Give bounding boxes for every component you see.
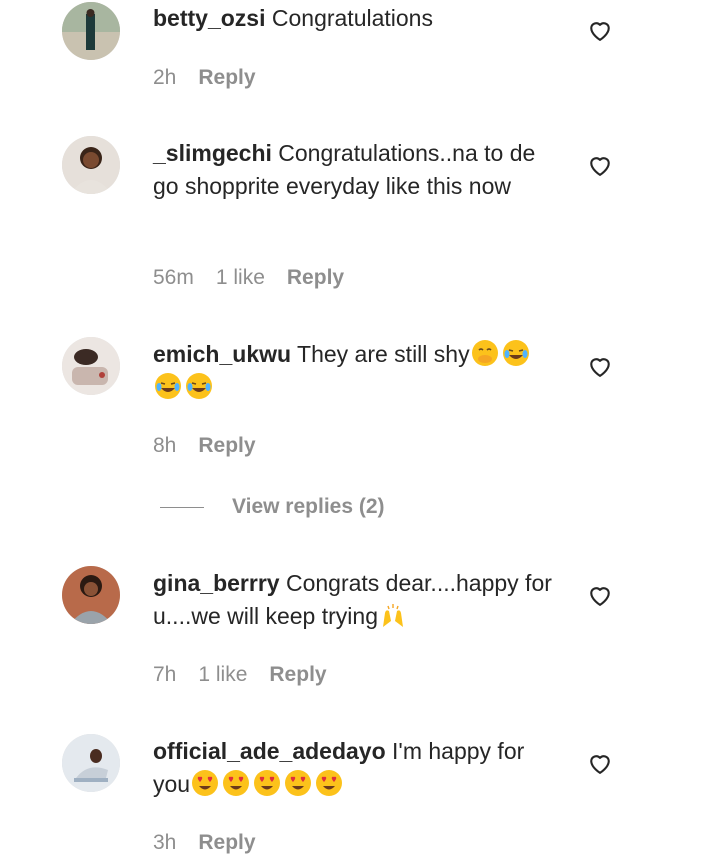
comment-username[interactable]: gina_berrry	[153, 570, 280, 596]
avatar[interactable]	[62, 337, 120, 395]
comment-body: gina_berrry Congrats dear....happy for u…	[153, 567, 553, 633]
heart-eyes-icon	[222, 769, 250, 797]
heart-eyes-icon	[191, 769, 219, 797]
comment-username[interactable]: official_ade_adedayo	[153, 738, 386, 764]
heart-outline-icon[interactable]	[586, 749, 614, 777]
divider	[160, 506, 204, 508]
comment-like-count[interactable]: 1 like	[198, 663, 247, 687]
comment-username[interactable]: _slimgechi	[153, 140, 272, 166]
heart-outline-icon[interactable]	[586, 352, 614, 380]
comment-timestamp: 7h	[153, 663, 177, 686]
comment-timestamp: 8h	[153, 434, 177, 457]
heart-outline-icon[interactable]	[586, 581, 614, 609]
comment-body: _slimgechi Congratulations..na to de go …	[153, 137, 553, 203]
comment-username[interactable]: betty_ozsi	[153, 5, 265, 31]
heart-outline-icon[interactable]	[586, 151, 614, 179]
raising-hands-icon	[379, 601, 407, 629]
comment-text: Congratulations	[271, 5, 433, 31]
view-replies-label: View replies (2)	[232, 495, 385, 518]
reply-button[interactable]: Reply	[198, 434, 255, 458]
comment-timestamp: 3h	[153, 831, 177, 854]
comment-body: emich_ukwu They are still shy	[153, 338, 553, 404]
view-replies-button[interactable]: View replies (2)	[160, 495, 385, 519]
comment-like-count[interactable]: 1 like	[216, 266, 265, 290]
comment-timestamp: 2h	[153, 66, 177, 89]
reply-button[interactable]: Reply	[269, 663, 326, 687]
comment-meta: 7h 1 like Reply	[153, 663, 327, 687]
heart-eyes-icon	[284, 769, 312, 797]
comment-meta: 8h Reply	[153, 434, 256, 458]
comment-meta: 2h Reply	[153, 66, 256, 90]
comment-body: betty_ozsi Congratulations	[153, 2, 553, 35]
comment-meta: 3h Reply	[153, 831, 256, 855]
heart-outline-icon[interactable]	[586, 16, 614, 44]
tears-of-joy-icon	[154, 372, 182, 400]
comment-username[interactable]: emich_ukwu	[153, 341, 291, 367]
reply-button[interactable]: Reply	[198, 66, 255, 90]
heart-eyes-icon	[253, 769, 281, 797]
avatar[interactable]	[62, 566, 120, 624]
comment-body: official_ade_adedayo I'm happy for you	[153, 735, 553, 801]
tears-of-joy-icon	[185, 372, 213, 400]
avatar[interactable]	[62, 734, 120, 792]
avatar[interactable]	[62, 136, 120, 194]
avatar[interactable]	[62, 2, 120, 60]
face-with-hand-over-mouth-icon	[471, 339, 499, 367]
reply-button[interactable]: Reply	[198, 831, 255, 855]
comment-timestamp: 56m	[153, 266, 194, 289]
tears-of-joy-icon	[502, 339, 530, 367]
heart-eyes-icon	[315, 769, 343, 797]
comment-text: They are still shy	[297, 341, 470, 367]
reply-button[interactable]: Reply	[287, 266, 344, 290]
comment-meta: 56m 1 like Reply	[153, 266, 344, 290]
